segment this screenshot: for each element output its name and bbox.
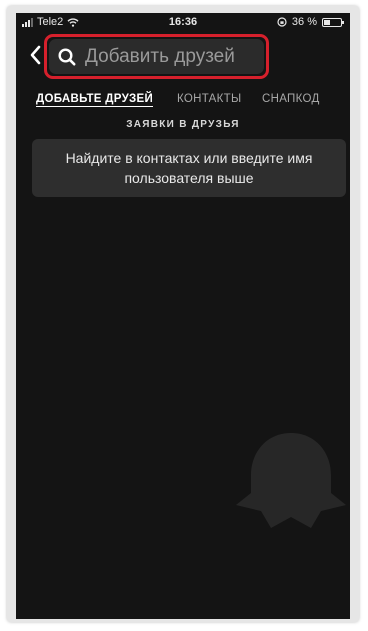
search-highlight-frame — [44, 34, 269, 79]
ghost-watermark-icon — [236, 433, 346, 528]
empty-state-message: Найдите в контактах или введите имя поль… — [65, 150, 313, 186]
tab-contacts[interactable]: КОНТАКТЫ — [177, 93, 241, 105]
app-screen: Tele2 16:36 36 % Добавить друзей ДОБАВЬТ… — [16, 13, 350, 619]
section-title-friend-requests: ЗАЯВКИ В ДРУЗЬЯ — [126, 119, 240, 130]
battery-level — [324, 19, 330, 25]
chevron-left-icon — [30, 45, 41, 65]
phone-frame: Tele2 16:36 36 % Добавить друзей ДОБАВЬТ… — [7, 6, 359, 622]
rotation-lock-icon — [277, 17, 287, 27]
battery-percent: 36 % — [291, 16, 317, 28]
empty-state-card: Найдите в контактах или введите имя поль… — [32, 139, 346, 197]
back-button[interactable] — [28, 43, 44, 67]
tab-bar: ДОБАВЬТЕ ДРУЗЕЙ КОНТАКТЫ СНАПКОД — [16, 93, 350, 109]
tab-snapcode[interactable]: СНАПКОД — [262, 93, 320, 105]
tab-add-friends[interactable]: ДОБАВЬТЕ ДРУЗЕЙ — [36, 93, 154, 107]
status-bar: Tele2 16:36 36 % — [16, 13, 350, 31]
status-right: 36 % — [277, 16, 344, 28]
battery-icon — [322, 17, 344, 27]
